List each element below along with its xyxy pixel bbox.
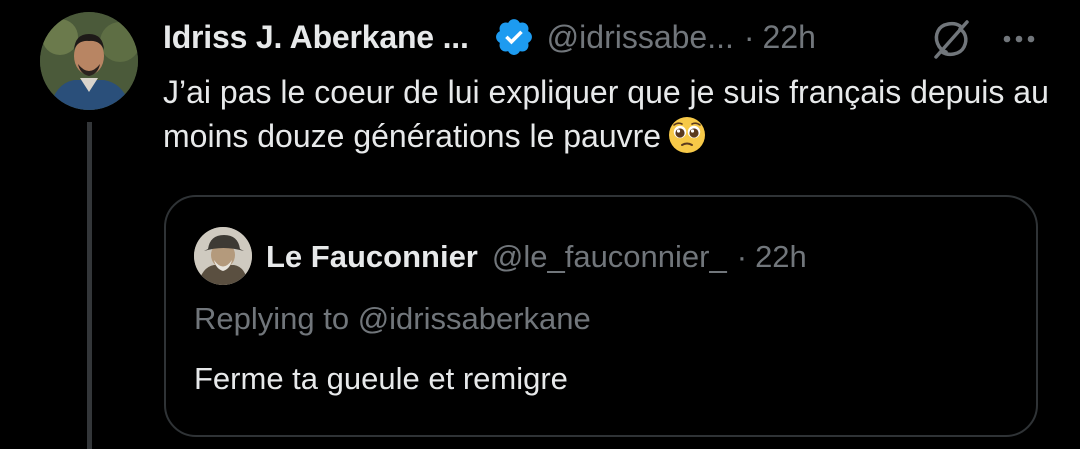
tweet-text-content: J’ai pas le coeur de lui expliquer que j… bbox=[163, 74, 1049, 154]
quoted-tweet[interactable]: Le Fauconnier @le_fauconnier_ · 22h Repl… bbox=[164, 195, 1038, 437]
author-handle[interactable]: @idrissabe... bbox=[547, 19, 734, 56]
tweet[interactable]: Idriss J. Aberkane ... @idrissabe... · 2… bbox=[0, 0, 1080, 449]
profile-photo-icon bbox=[40, 12, 138, 110]
tweet-header: Idriss J. Aberkane ... @idrissabe... · 2… bbox=[163, 14, 816, 60]
verified-badge-icon[interactable] bbox=[493, 16, 535, 58]
author-display-name[interactable]: Idriss J. Aberkane ... bbox=[163, 19, 469, 56]
quote-author-handle[interactable]: @le_fauconnier_ bbox=[492, 239, 727, 275]
more-options-icon[interactable] bbox=[1000, 24, 1038, 54]
thread-line bbox=[87, 122, 92, 449]
replying-to-label[interactable]: Replying to @idrissaberkane bbox=[194, 301, 591, 337]
pleading-face-emoji-icon bbox=[669, 117, 706, 153]
author-avatar[interactable] bbox=[40, 12, 138, 110]
tweet-timestamp[interactable]: 22h bbox=[763, 19, 816, 56]
quote-timestamp[interactable]: 22h bbox=[755, 239, 807, 275]
quote-author-display-name[interactable]: Le Fauconnier bbox=[266, 239, 478, 275]
quote-author-avatar[interactable] bbox=[194, 227, 252, 285]
separator-dot: · bbox=[743, 18, 755, 55]
tweet-text: J’ai pas le coeur de lui expliquer que j… bbox=[163, 70, 1063, 158]
quote-header: Le Fauconnier @le_fauconnier_ · 22h bbox=[266, 235, 807, 279]
quote-text: Ferme ta gueule et remigre bbox=[194, 361, 568, 396]
profile-photo-icon bbox=[194, 227, 252, 285]
grok-icon[interactable] bbox=[930, 18, 972, 60]
separator-dot: · bbox=[736, 239, 748, 274]
